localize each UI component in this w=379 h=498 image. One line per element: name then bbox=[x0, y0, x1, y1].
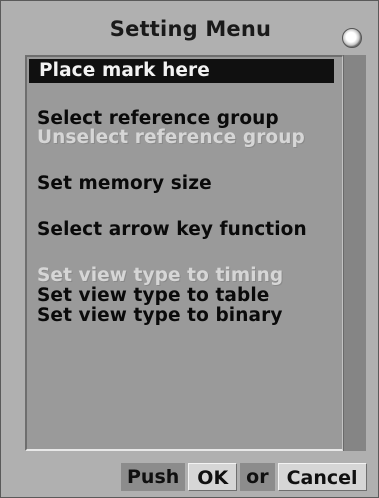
cancel-button[interactable]: Cancel bbox=[277, 463, 367, 491]
menu-item-select-arrow-key-function[interactable]: Select arrow key function bbox=[37, 220, 307, 240]
menu-item-view-type-binary[interactable]: Set view type to binary bbox=[37, 306, 282, 326]
push-label: Push bbox=[121, 463, 186, 491]
menu-item-select-reference-group[interactable]: Select reference group bbox=[37, 109, 279, 129]
menu-item-place-mark[interactable]: Place mark here bbox=[29, 59, 334, 83]
setting-menu-window: Setting Menu Place mark here Select refe… bbox=[0, 0, 379, 498]
window-title: Setting Menu bbox=[109, 17, 272, 41]
menu-item-view-type-table[interactable]: Set view type to table bbox=[37, 286, 269, 306]
close-icon[interactable] bbox=[342, 28, 362, 48]
menu-item-unselect-reference-group: Unselect reference group bbox=[37, 127, 305, 148]
menu-scrollbar[interactable] bbox=[343, 55, 366, 451]
ok-button[interactable]: OK bbox=[188, 463, 238, 491]
button-bar: Push OK or Cancel bbox=[121, 463, 367, 491]
menu-item-view-type-timing: Set view type to timing bbox=[37, 265, 284, 286]
scrollbar-thumb[interactable] bbox=[344, 55, 366, 451]
menu-item-set-memory-size[interactable]: Set memory size bbox=[37, 174, 212, 194]
or-label: or bbox=[240, 463, 275, 491]
